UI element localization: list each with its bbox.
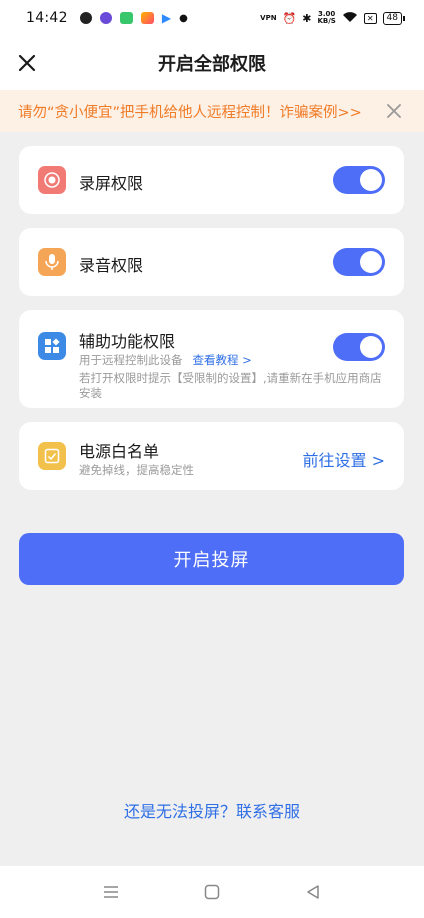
- permission-title: 录屏权限: [79, 174, 144, 193]
- permission-card-audio-record: 录音权限: [19, 228, 404, 296]
- start-screencast-button[interactable]: 开启投屏: [19, 533, 404, 585]
- permission-title: 辅助功能权限: [79, 332, 176, 351]
- title-bar: 开启全部权限: [0, 36, 424, 90]
- close-icon: [387, 104, 401, 118]
- permission-subtitle: 避免掉线，提高稳定性: [79, 463, 194, 477]
- permission-title: 电源白名单: [79, 442, 160, 461]
- screen-record-icon: [38, 166, 66, 194]
- goto-settings-link[interactable]: 前往设置 >: [303, 447, 386, 471]
- fraud-warning-banner[interactable]: 请勿“贪小便宜”把手机给他人远程控制！诈骗案例>>: [0, 90, 424, 132]
- contact-support-link[interactable]: 还是无法投屏？联系客服: [0, 798, 424, 822]
- home-nav-button[interactable]: [197, 877, 227, 907]
- network-speed-unit: KB/S: [317, 17, 336, 25]
- accessibility-toggle[interactable]: [333, 333, 385, 361]
- more-notifications-icon: ●: [179, 12, 188, 24]
- battery-indicator: 48: [382, 11, 406, 25]
- vpn-icon: VPN: [260, 14, 277, 22]
- view-tutorial-link[interactable]: 查看教程 >: [193, 353, 252, 367]
- close-icon: [18, 54, 36, 72]
- microphone-icon: [38, 248, 66, 276]
- app-store-notification-icon: [119, 12, 133, 24]
- status-left: 14:42 ▶ ●: [26, 10, 188, 26]
- permission-card-power-whitelist: 电源白名单 避免掉线，提高稳定性 前往设置 >: [19, 422, 404, 490]
- permission-subtitle: 用于远程控制此设备 查看教程 >: [79, 352, 252, 368]
- wifi-icon: [342, 11, 358, 26]
- permission-subtitle-text: 用于远程控制此设备: [79, 353, 183, 367]
- network-speed: 3.00 KB/S: [317, 11, 335, 25]
- page-title: 开启全部权限: [158, 54, 266, 75]
- power-whitelist-icon: [38, 442, 66, 470]
- chat-notification-icon: [99, 12, 112, 24]
- menu-nav-button[interactable]: [96, 877, 126, 907]
- screen-record-toggle[interactable]: [333, 166, 385, 194]
- system-nav-bar: [0, 866, 424, 918]
- accessibility-icon: [38, 332, 66, 360]
- menu-icon: [103, 886, 118, 898]
- bluetooth-icon: ✱: [302, 11, 312, 25]
- video-notification-icon: [140, 12, 154, 24]
- audio-record-toggle[interactable]: [333, 248, 385, 276]
- status-time: 14:42: [26, 10, 68, 26]
- fraud-warning-text[interactable]: 请勿“贪小便宜”把手机给他人远程控制！诈骗案例>>: [18, 101, 362, 122]
- permission-title: 录音权限: [79, 256, 144, 275]
- sim-icon: ✕: [363, 12, 377, 24]
- alarm-icon: ⏰: [282, 11, 297, 25]
- close-button[interactable]: [12, 48, 42, 78]
- permission-card-accessibility: 辅助功能权限 用于远程控制此设备 查看教程 > 若打开权限时提示【受限制的设置】,…: [19, 310, 404, 408]
- permission-card-screen-record: 录屏权限: [19, 146, 404, 214]
- status-right: VPN ⏰ ✱ 3.00 KB/S ✕ 48: [260, 11, 406, 26]
- warning-close-button[interactable]: [382, 99, 406, 123]
- play-notification-icon: ▶: [161, 11, 172, 25]
- home-square-icon: [204, 884, 220, 900]
- app-notification-icon: [79, 12, 92, 24]
- back-nav-button[interactable]: [298, 877, 328, 907]
- back-triangle-icon: [307, 885, 320, 899]
- permission-note: 若打开权限时提示【受限制的设置】,请重新在手机应用商店安装: [79, 371, 382, 400]
- status-bar: 14:42 ▶ ● VPN ⏰ ✱ 3.00 KB/S ✕ 48: [0, 0, 424, 36]
